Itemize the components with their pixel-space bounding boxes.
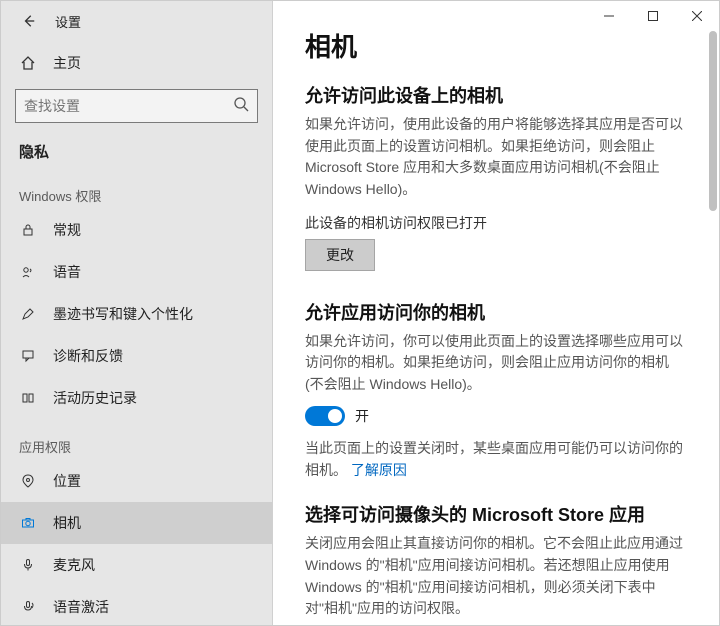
- maximize-button[interactable]: [631, 1, 675, 31]
- section-title: 允许应用访问你的相机: [305, 299, 683, 325]
- sidebar-item-voice-activation[interactable]: 语音激活: [1, 586, 272, 625]
- section-title: 允许访问此设备上的相机: [305, 82, 683, 108]
- pen-icon: [19, 307, 37, 321]
- camera-icon: [19, 516, 37, 530]
- sidebar-item-microphone[interactable]: 麦克风: [1, 544, 272, 586]
- page-title: 相机: [305, 27, 683, 64]
- sidebar-scroll[interactable]: Windows 权限 常规 语音 墨迹书写和键入个性化 诊断和反馈: [1, 168, 272, 625]
- scrollbar[interactable]: [707, 1, 719, 625]
- toggle-label: 开: [355, 406, 369, 426]
- sidebar-item-label: 语音激活: [53, 597, 109, 617]
- change-button[interactable]: 更改: [305, 239, 375, 271]
- sidebar-item-label: 常规: [53, 220, 81, 240]
- sidebar-section-title: 隐私: [1, 133, 272, 168]
- section-title: 选择可访问摄像头的 Microsoft Store 应用: [305, 501, 683, 527]
- sidebar-item-activity[interactable]: 活动历史记录: [1, 377, 272, 419]
- sidebar-item-location[interactable]: 位置: [1, 460, 272, 502]
- speech-icon: [19, 265, 37, 279]
- sidebar-home-label: 主页: [53, 53, 81, 73]
- sidebar-item-label: 诊断和反馈: [53, 346, 123, 366]
- section-desc: 关闭应用会阻止其直接访问你的相机。它不会阻止此应用通过 Windows 的"相机…: [305, 533, 683, 620]
- microphone-icon: [19, 558, 37, 572]
- sidebar-item-label: 语音: [53, 262, 81, 282]
- apps-access-toggle[interactable]: [305, 406, 345, 426]
- section-desc: 如果允许访问，你可以使用此页面上的设置选择哪些应用可以访问你的相机。如果拒绝访问…: [305, 331, 683, 396]
- window-controls: [587, 1, 719, 31]
- search-icon: [233, 96, 249, 117]
- location-icon: [19, 474, 37, 488]
- back-arrow-icon: [22, 14, 36, 28]
- feedback-icon: [19, 349, 37, 363]
- search-box[interactable]: [15, 89, 258, 123]
- content-pane: 相机 允许访问此设备上的相机 如果允许访问，使用此设备的用户将能够选择其应用是否…: [273, 1, 719, 625]
- home-icon: [19, 55, 37, 71]
- camera-access-status: 此设备的相机访问权限已打开: [305, 213, 683, 233]
- sidebar-item-label: 活动历史记录: [53, 388, 137, 408]
- sidebar-home[interactable]: 主页: [1, 41, 272, 85]
- sidebar-group-label: 应用权限: [1, 419, 272, 460]
- sidebar-item-label: 墨迹书写和键入个性化: [53, 304, 193, 324]
- minimize-icon: [604, 11, 614, 21]
- voice-icon: [19, 600, 37, 614]
- sidebar-item-inking[interactable]: 墨迹书写和键入个性化: [1, 293, 272, 335]
- apps-access-toggle-row: 开: [305, 406, 683, 426]
- sidebar-item-diagnostics[interactable]: 诊断和反馈: [1, 335, 272, 377]
- sidebar: 设置 主页 隐私 Windows 权限 常规: [1, 1, 273, 625]
- back-button[interactable]: [13, 5, 45, 37]
- sidebar-item-camera[interactable]: 相机: [1, 502, 272, 544]
- section-desc: 如果允许访问，使用此设备的用户将能够选择其应用是否可以使用此页面上的设置访问相机…: [305, 114, 683, 201]
- lock-icon: [19, 223, 37, 237]
- scroll-thumb[interactable]: [709, 31, 717, 211]
- sidebar-item-speech[interactable]: 语音: [1, 251, 272, 293]
- sidebar-item-general[interactable]: 常规: [1, 209, 272, 251]
- window-title: 设置: [55, 12, 81, 31]
- minimize-button[interactable]: [587, 1, 631, 31]
- sidebar-item-label: 麦克风: [53, 555, 95, 575]
- sidebar-group-label: Windows 权限: [1, 168, 272, 209]
- maximize-icon: [648, 11, 658, 21]
- settings-window: 设置 主页 隐私 Windows 权限 常规: [0, 0, 720, 626]
- search-input[interactable]: [24, 98, 233, 114]
- sidebar-item-label: 相机: [53, 513, 81, 533]
- close-icon: [692, 11, 702, 21]
- history-icon: [19, 391, 37, 405]
- sidebar-item-label: 位置: [53, 471, 81, 491]
- learn-more-link[interactable]: 了解原因: [351, 462, 407, 478]
- section-note: 当此页面上的设置关闭时，某些桌面应用可能仍可以访问你的相机。 了解原因: [305, 438, 683, 481]
- titlebar: 设置: [1, 1, 272, 41]
